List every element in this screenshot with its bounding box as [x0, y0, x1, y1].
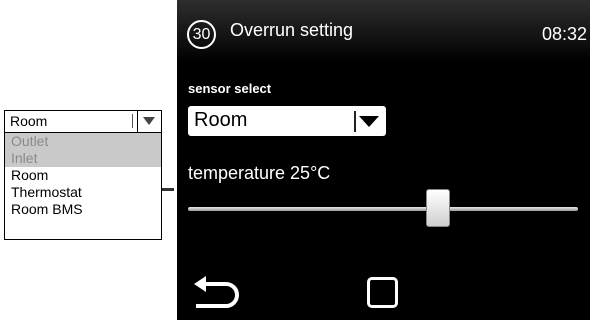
dropdown-option-outlet: Outlet	[5, 133, 161, 150]
temperature-label: temperature 25°C	[188, 163, 331, 183]
dropdown-option-room[interactable]: Room	[5, 167, 161, 184]
menu-number-badge: 30	[187, 20, 216, 49]
sensor-select-value: Room	[194, 109, 248, 131]
temperature-slider[interactable]	[188, 189, 578, 227]
dropdown-option-room-bms[interactable]: Room BMS	[5, 201, 161, 218]
screen-header: 30 Overrun setting 08:32	[177, 0, 590, 62]
dropdown-option-inlet: Inlet	[5, 150, 161, 167]
back-arrow-icon[interactable]	[190, 274, 242, 310]
connector-line	[162, 188, 174, 191]
select-separator	[354, 111, 356, 132]
dropdown-arrow-icon[interactable]	[359, 116, 379, 127]
sensor-select[interactable]: Room	[188, 106, 386, 136]
dropdown-header[interactable]: Room	[5, 111, 161, 133]
sensor-select-label: sensor select	[188, 81, 272, 96]
square-icon[interactable]	[367, 277, 398, 308]
clock: 08:32	[541, 24, 587, 44]
dropdown-options-list: Outlet Inlet Room Thermostat Room BMS	[5, 133, 161, 218]
slider-track[interactable]	[188, 207, 578, 211]
device-screen: 30 Overrun setting 08:32 sensor select R…	[177, 0, 590, 320]
dropdown-separator	[132, 114, 133, 128]
dropdown-option-thermostat[interactable]: Thermostat	[5, 184, 161, 201]
page-title: Overrun setting	[230, 20, 354, 40]
sensor-dropdown-popup[interactable]: Room Outlet Inlet Room Thermostat Room B…	[4, 110, 162, 240]
chevron-down-icon[interactable]	[137, 111, 161, 132]
slider-thumb[interactable]	[425, 189, 450, 227]
dropdown-selected-value: Room	[10, 113, 48, 129]
